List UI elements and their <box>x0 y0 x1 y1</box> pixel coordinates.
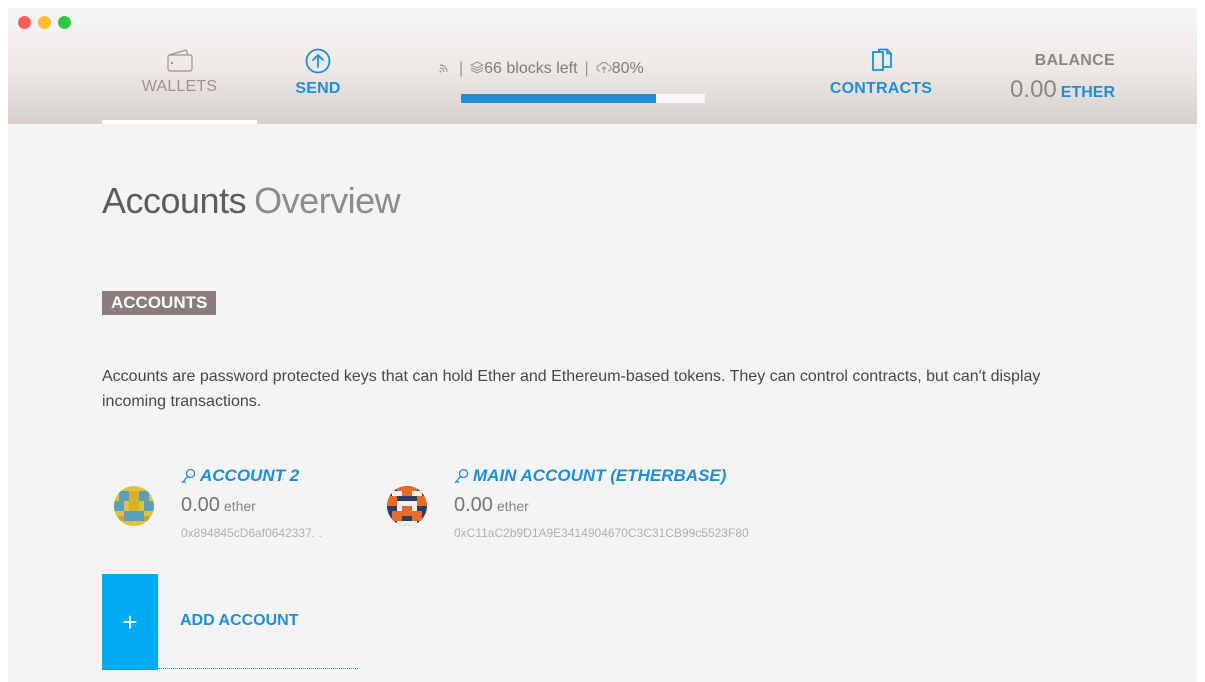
balance-unit[interactable]: ETHER <box>1061 84 1115 101</box>
account-name-text: MAIN ACCOUNT (ETHERBASE) <box>473 466 727 485</box>
nav-contracts[interactable]: CONTRACTS <box>816 48 946 98</box>
sync-status: | 66 blocks left | 80% <box>438 60 728 103</box>
balance-value: 0.00 <box>1010 76 1057 103</box>
nav-contracts-label: CONTRACTS <box>829 80 933 97</box>
send-arrow-icon <box>305 48 331 74</box>
cloud-icon <box>596 62 612 73</box>
page-title-light: Overview <box>254 180 401 221</box>
minimize-window-button[interactable] <box>38 16 51 29</box>
nav-wallets-label: WALLETS <box>141 78 218 95</box>
sync-progress-bar <box>461 94 705 103</box>
active-tab-indicator <box>102 120 257 124</box>
blocks-left-text: 66 blocks left <box>484 60 578 77</box>
wallet-icon <box>166 49 193 72</box>
page-title: Accounts Overview <box>102 180 401 222</box>
contracts-icon <box>872 48 892 71</box>
key-icon <box>454 468 469 483</box>
account-identicon <box>114 486 154 526</box>
top-navigation: WALLETS SEND | 66 blocks left | 80% CONT… <box>8 8 1197 124</box>
add-account-underline <box>158 668 358 669</box>
zoom-window-button[interactable] <box>58 16 71 29</box>
rss-icon <box>439 64 448 73</box>
balance-label: BALANCE <box>1034 52 1115 69</box>
accounts-section-heading: ACCOUNTS <box>102 291 217 315</box>
account-name[interactable]: ACCOUNT 2 <box>181 466 322 486</box>
balance-display: BALANCE 0.00 ETHER <box>1010 52 1115 104</box>
sync-progress-fill <box>461 94 657 103</box>
account-name[interactable]: MAIN ACCOUNT (ETHERBASE) <box>454 466 749 486</box>
account-balance-unit: ether <box>223 498 256 514</box>
accounts-description: Accounts are password protected keys tha… <box>102 368 1041 410</box>
page-title-strong: Accounts <box>102 180 247 221</box>
account-balance: 0.00 <box>454 494 493 516</box>
account-address: 0xC11aC2b9D1A9E3414904670C3C31CB99c5523F… <box>454 526 749 540</box>
layers-icon <box>470 61 485 74</box>
nav-send-label: SEND <box>295 80 341 97</box>
account-balance: 0.00 <box>181 494 220 516</box>
account-identicon <box>387 486 427 526</box>
plus-icon[interactable]: + <box>102 574 158 670</box>
nav-send[interactable]: SEND <box>278 48 358 98</box>
nav-wallets[interactable]: WALLETS <box>102 48 257 96</box>
add-account-label[interactable]: ADD ACCOUNT <box>180 612 299 630</box>
close-window-button[interactable] <box>18 16 31 29</box>
account-address: 0x894845cD6af0642337. . <box>181 526 322 540</box>
sync-percent: 80% <box>611 60 644 77</box>
account-balance-unit: ether <box>496 498 529 514</box>
add-account-button[interactable]: + ADD ACCOUNT <box>102 574 358 670</box>
key-icon <box>181 468 196 483</box>
app-window: WALLETS SEND | 66 blocks left | 80% CONT… <box>8 8 1197 682</box>
account-name-text: ACCOUNT 2 <box>200 466 300 485</box>
